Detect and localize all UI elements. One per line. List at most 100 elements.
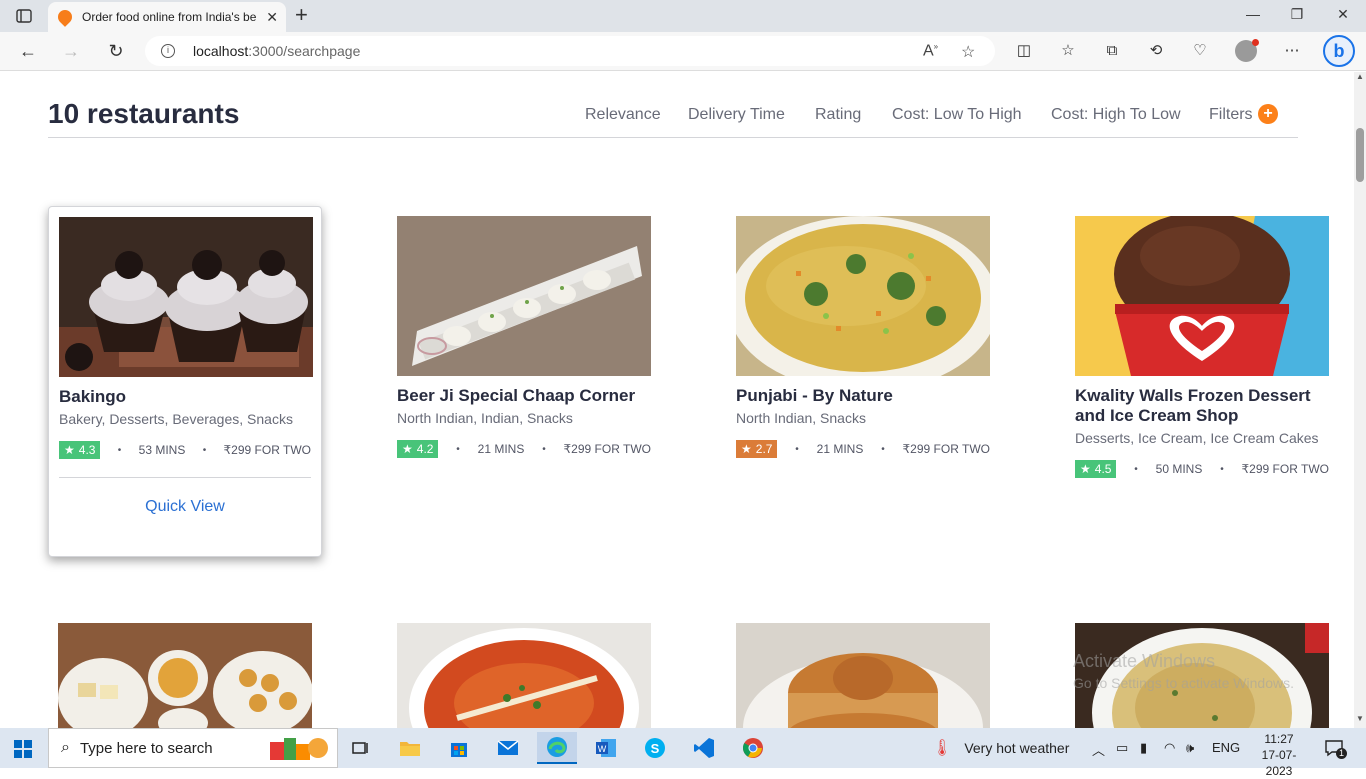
sort-rating[interactable]: Rating	[815, 106, 861, 124]
restaurant-meta: ★ 4.2 • 21 MINS • ₹299 FOR TWO	[397, 440, 651, 458]
show-hidden-icons-chevron-icon[interactable]: ︿	[1092, 740, 1105, 759]
address-bar[interactable]: i localhost:3000/searchpage A» ☆	[145, 36, 995, 66]
restaurant-image	[1075, 216, 1329, 376]
filters-button[interactable]: Filters	[1209, 106, 1253, 124]
delivery-time: 21 MINS	[816, 442, 864, 456]
back-button[interactable]: ←	[15, 40, 41, 62]
rating-badge: ★ 4.5	[1075, 460, 1117, 478]
restaurant-meta: ★ 4.3 • 53 MINS • ₹299 FOR TWO	[59, 441, 311, 459]
sort-delivery-time[interactable]: Delivery Time	[688, 106, 785, 124]
history-icon[interactable]: ⟲	[1145, 40, 1167, 62]
clock-date: 17-07-2023	[1261, 748, 1297, 778]
split-screen-icon[interactable]: ◫	[1013, 40, 1035, 62]
scrollbar-thumb[interactable]	[1356, 128, 1364, 182]
restaurant-card[interactable]: Punjabi - By Nature North Indian, Snacks…	[736, 216, 990, 458]
restaurant-card[interactable]	[736, 623, 990, 728]
favorites-icon[interactable]: ☆	[1057, 40, 1079, 62]
restaurant-card[interactable]: Beer Ji Special Chaap Corner North India…	[397, 216, 651, 458]
windows-start-icon[interactable]	[14, 740, 32, 758]
restaurant-name: Bakingo	[59, 387, 127, 406]
restaurant-image	[58, 623, 312, 728]
rating-value: 4.2	[416, 442, 434, 456]
restaurant-image	[59, 217, 313, 377]
restore-button[interactable]: ❐	[1274, 6, 1320, 23]
collections-icon[interactable]: ⧉	[1101, 40, 1123, 62]
wifi-icon[interactable]: ◠	[1164, 740, 1175, 756]
star-icon: ★	[64, 443, 75, 457]
restaurant-meta: ★ 2.7 • 21 MINS • ₹299 FOR TWO	[736, 440, 990, 458]
notification-count: 1	[1336, 748, 1347, 759]
system-clock[interactable]: 11:27 17-07-2023	[1249, 731, 1309, 779]
restaurant-cuisines: North Indian, Indian, Snacks	[397, 410, 573, 426]
restaurant-name: Kwality Walls Frozen Dessert and Ice Cre…	[1075, 386, 1311, 425]
restaurant-meta: ★ 4.5 • 50 MINS • ₹299 FOR TWO	[1075, 460, 1329, 478]
mail-icon[interactable]	[488, 732, 528, 764]
sort-relevance[interactable]: Relevance	[585, 106, 661, 124]
restaurant-card[interactable]: Bakingo Bakery, Desserts, Beverages, Sna…	[48, 206, 322, 557]
bing-chat-icon[interactable]: b	[1323, 35, 1355, 67]
scroll-up-arrow-icon[interactable]: ▲	[1354, 72, 1366, 84]
windows-taskbar: ⌕ Type here to search W S 🌡 Very hot wea…	[0, 728, 1366, 778]
tab-actions-icon[interactable]	[12, 6, 36, 26]
new-tab-button[interactable]: +	[295, 4, 308, 26]
svg-text:W: W	[598, 744, 607, 754]
performance-icon[interactable]: ♡	[1189, 40, 1211, 62]
restaurant-name: Punjabi - By Nature	[736, 386, 893, 405]
activate-windows-watermark: Activate Windows Go to Settings to activ…	[1073, 650, 1294, 694]
skype-icon[interactable]: S	[635, 732, 675, 764]
battery-icon[interactable]: ▮	[1140, 740, 1147, 756]
file-explorer-icon[interactable]	[390, 732, 430, 764]
microsoft-store-icon[interactable]	[439, 732, 479, 764]
browser-toolbar: ← → ↻ i localhost:3000/searchpage A» ☆ ◫…	[0, 32, 1366, 71]
search-icon: ⌕	[61, 739, 70, 756]
filters-plus-icon[interactable]: +	[1258, 104, 1278, 124]
weather-widget[interactable]: 🌡 Very hot weather	[932, 728, 1069, 768]
cost-for-two: ₹299 FOR TWO	[223, 443, 311, 457]
watermark-title: Activate Windows	[1073, 651, 1216, 671]
language-indicator[interactable]: ENG	[1212, 740, 1240, 755]
word-icon[interactable]: W	[586, 732, 626, 764]
rating-badge: ★ 2.7	[736, 440, 778, 458]
sort-cost-low-to-high[interactable]: Cost: Low To High	[892, 106, 1022, 124]
notification-center-icon[interactable]: 1	[1324, 738, 1347, 759]
read-aloud-icon[interactable]: A»	[923, 42, 938, 60]
page-content: 10 restaurants Relevance Delivery Time R…	[0, 72, 1354, 728]
separator-dot: •	[795, 443, 799, 455]
restaurant-card[interactable]	[397, 623, 651, 728]
device-icon[interactable]: ▭	[1116, 740, 1128, 756]
restaurant-card[interactable]: Kwality Walls Frozen Dessert and Ice Cre…	[1075, 216, 1329, 478]
refresh-button[interactable]: ↻	[103, 40, 129, 62]
separator-dot: •	[202, 444, 207, 456]
card-divider	[59, 477, 311, 478]
more-menu-icon[interactable]: ⋯	[1281, 40, 1303, 62]
close-window-button[interactable]: ✕	[1320, 6, 1366, 23]
browser-tab-active[interactable]: Order food online from India's be ✕	[48, 2, 286, 32]
delivery-time: 50 MINS	[1155, 462, 1203, 476]
restaurant-card[interactable]	[58, 623, 312, 728]
restaurant-cuisines: Bakery, Desserts, Beverages, Snacks	[59, 411, 293, 427]
vscode-icon[interactable]	[684, 732, 724, 764]
minimize-button[interactable]: —	[1230, 6, 1276, 22]
quick-view-link[interactable]: Quick View	[59, 498, 311, 516]
close-tab-icon[interactable]: ✕	[266, 9, 278, 26]
page-scrollbar[interactable]: ▲ ▼	[1354, 72, 1366, 728]
separator-dot: •	[881, 443, 885, 455]
thermometer-icon: 🌡	[932, 740, 953, 757]
chrome-icon[interactable]	[733, 732, 773, 764]
delivery-time: 21 MINS	[477, 442, 525, 456]
site-info-icon[interactable]: i	[161, 44, 175, 58]
restaurant-cuisines: Desserts, Ice Cream, Ice Cream Cakes	[1075, 430, 1319, 446]
favorite-star-icon[interactable]: ☆	[961, 42, 975, 62]
url-host: localhost	[193, 43, 249, 59]
volume-icon[interactable]: 🕪	[1186, 740, 1194, 756]
clock-time: 11:27	[1264, 732, 1294, 746]
star-icon: ★	[402, 442, 413, 456]
task-view-icon[interactable]	[340, 732, 380, 764]
cost-for-two: ₹299 FOR TWO	[1241, 462, 1329, 476]
sort-cost-high-to-low[interactable]: Cost: High To Low	[1051, 106, 1181, 124]
edge-browser-icon[interactable]	[537, 732, 577, 764]
separator-dot: •	[1134, 463, 1138, 475]
restaurant-name: Beer Ji Special Chaap Corner	[397, 386, 636, 405]
scroll-down-arrow-icon[interactable]: ▼	[1354, 714, 1366, 726]
forward-button[interactable]: →	[58, 40, 84, 62]
